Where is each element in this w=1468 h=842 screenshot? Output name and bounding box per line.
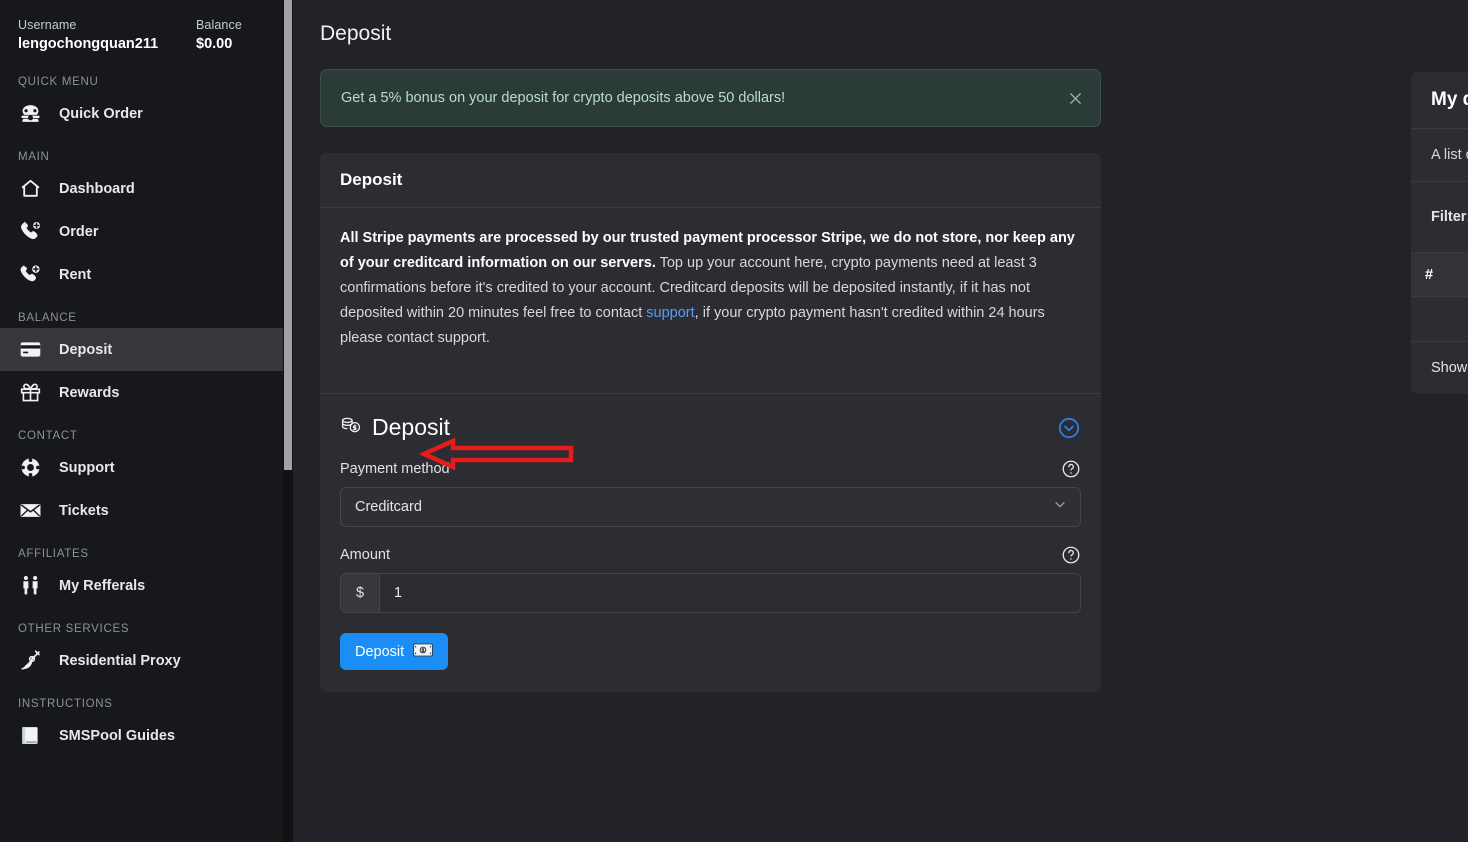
content-row: Get a 5% bonus on your deposit for crypt…	[293, 46, 1468, 692]
phone-clock-icon	[18, 263, 42, 287]
support-link[interactable]: support	[646, 305, 694, 321]
two-people-icon	[18, 574, 42, 598]
username-value: lengochongquan211	[18, 34, 196, 54]
sidebar-section-title: AFFILIATES	[0, 532, 293, 564]
sidebar-item-smspool-guides[interactable]: SMSPool Guides	[0, 714, 293, 757]
sidebar-item-rent[interactable]: Rent	[0, 253, 293, 296]
entries-summary: Showing 0 to 0 of 0 entries	[1411, 342, 1468, 394]
deposit-submit-button[interactable]: Deposit	[340, 633, 448, 670]
credit-card-icon	[18, 338, 42, 362]
username-block: Username lengochongquan211	[18, 16, 196, 54]
promo-banner: Get a 5% bonus on your deposit for crypt…	[320, 69, 1101, 127]
deposit-form-title-group: Deposit	[340, 414, 450, 441]
payment-method-select-wrap: Creditcard	[340, 487, 1081, 527]
sidebar-item-label: Order	[59, 224, 99, 240]
balance-value: $0.00	[196, 34, 242, 54]
deposits-table-body: No data	[1411, 297, 1468, 342]
promo-banner-text: Get a 5% bonus on your deposit for crypt…	[341, 90, 785, 106]
deposits-table: # Amount	[1411, 252, 1468, 342]
table-header-row: # Amount	[1411, 253, 1468, 297]
payment-method-label: Payment method	[340, 461, 450, 477]
deposit-form-title: Deposit	[372, 414, 450, 441]
close-icon[interactable]	[1065, 88, 1085, 108]
column-header-number[interactable]: #	[1411, 253, 1468, 297]
deposit-card: Deposit All Stripe payments are processe…	[320, 153, 1101, 692]
sidebar-item-order[interactable]: Order	[0, 210, 293, 253]
sidebar-item-label: My Refferals	[59, 578, 145, 594]
sidebar-item-label: Quick Order	[59, 106, 143, 122]
sidebar-section-title: CONTACT	[0, 414, 293, 446]
column-header-number-label: #	[1425, 267, 1433, 283]
sidebar-section-title: QUICK MENU	[0, 60, 293, 92]
username-label: Username	[18, 16, 196, 34]
deposit-card-header: Deposit	[320, 153, 1101, 208]
question-circle-icon[interactable]	[1061, 545, 1081, 565]
sidebar-item-label: Rent	[59, 267, 91, 283]
telephone-icon	[18, 102, 42, 126]
table-row: No data	[1411, 297, 1468, 342]
balance-block: Balance $0.00	[196, 16, 242, 54]
currency-prefix: $	[341, 574, 380, 612]
sidebar-section-title: INSTRUCTIONS	[0, 682, 293, 714]
gift-icon	[18, 381, 42, 405]
deposits-panel-wrap: My deposits A list of all your previous …	[1411, 72, 1468, 394]
deposit-notice: All Stripe payments are processed by our…	[340, 226, 1081, 351]
question-circle-icon[interactable]	[1061, 459, 1081, 479]
app-root: Username lengochongquan211 Balance $0.00…	[0, 0, 1468, 842]
amount-label-row: Amount	[340, 545, 1081, 565]
sidebar-item-label: Deposit	[59, 342, 112, 358]
deposits-table-head: # Amount	[1411, 253, 1468, 297]
sidebar-item-quick-order[interactable]: Quick Order	[0, 92, 293, 135]
sidebar-item-my-refferals[interactable]: My Refferals	[0, 564, 293, 607]
sidebar-item-deposit[interactable]: Deposit	[0, 328, 293, 371]
deposit-submit-label: Deposit	[355, 644, 404, 660]
chevron-down-circle-icon[interactable]	[1057, 416, 1081, 440]
amount-input[interactable]	[380, 574, 1080, 612]
my-deposits-panel: My deposits A list of all your previous …	[1411, 72, 1468, 394]
page-title: Deposit	[293, 0, 1468, 46]
account-summary: Username lengochongquan211 Balance $0.00	[0, 0, 293, 60]
sidebar: Username lengochongquan211 Balance $0.00…	[0, 0, 293, 842]
main-content: Deposit Get a 5% bonus on your deposit f…	[293, 0, 1468, 842]
sidebar-item-label: Dashboard	[59, 181, 135, 197]
sidebar-item-tickets[interactable]: Tickets	[0, 489, 293, 532]
sidebar-section-title: BALANCE	[0, 296, 293, 328]
sidebar-item-label: Rewards	[59, 385, 119, 401]
sidebar-item-rewards[interactable]: Rewards	[0, 371, 293, 414]
payment-method-select[interactable]: Creditcard	[340, 487, 1081, 527]
deposit-form-header: Deposit	[340, 414, 1081, 441]
phone-plus-icon	[18, 220, 42, 244]
empty-state-cell: No data	[1411, 297, 1468, 342]
my-deposits-subtitle: A list of all your previous deposits.	[1411, 129, 1468, 182]
home-icon	[18, 177, 42, 201]
amount-input-group: $	[340, 573, 1081, 613]
sidebar-item-label: Residential Proxy	[59, 653, 181, 669]
lifebuoy-icon	[18, 456, 42, 480]
sidebar-item-support[interactable]: Support	[0, 446, 293, 489]
sidebar-section-title: OTHER SERVICES	[0, 607, 293, 639]
deposit-card-body: All Stripe payments are processed by our…	[320, 208, 1101, 373]
sidebar-nav: QUICK MENU Quick Order MAIN Dashboard Order R…	[0, 60, 293, 757]
banknote-icon	[413, 643, 433, 661]
left-column: Get a 5% bonus on your deposit for crypt…	[293, 46, 1113, 692]
envelope-icon	[18, 499, 42, 523]
sidebar-scrollbar-thumb[interactable]	[284, 0, 292, 470]
money-stack-icon	[340, 414, 362, 441]
sidebar-item-residential-proxy[interactable]: Residential Proxy	[0, 639, 293, 682]
payment-method-label-row: Payment method	[340, 459, 1081, 479]
filter-row: Filter:	[1411, 182, 1468, 252]
sidebar-item-dashboard[interactable]: Dashboard	[0, 167, 293, 210]
book-icon	[18, 724, 42, 748]
deposit-form: Deposit Payment method	[320, 394, 1101, 692]
satellite-dish-icon	[18, 649, 42, 673]
filter-label: Filter:	[1431, 209, 1468, 225]
sidebar-section-title: MAIN	[0, 135, 293, 167]
my-deposits-header: My deposits	[1411, 72, 1468, 129]
sidebar-scrollbar-track[interactable]	[283, 0, 293, 842]
balance-label: Balance	[196, 16, 242, 34]
sidebar-item-label: SMSPool Guides	[59, 728, 175, 744]
sidebar-item-label: Tickets	[59, 503, 109, 519]
sidebar-item-label: Support	[59, 460, 115, 476]
amount-label: Amount	[340, 547, 390, 563]
